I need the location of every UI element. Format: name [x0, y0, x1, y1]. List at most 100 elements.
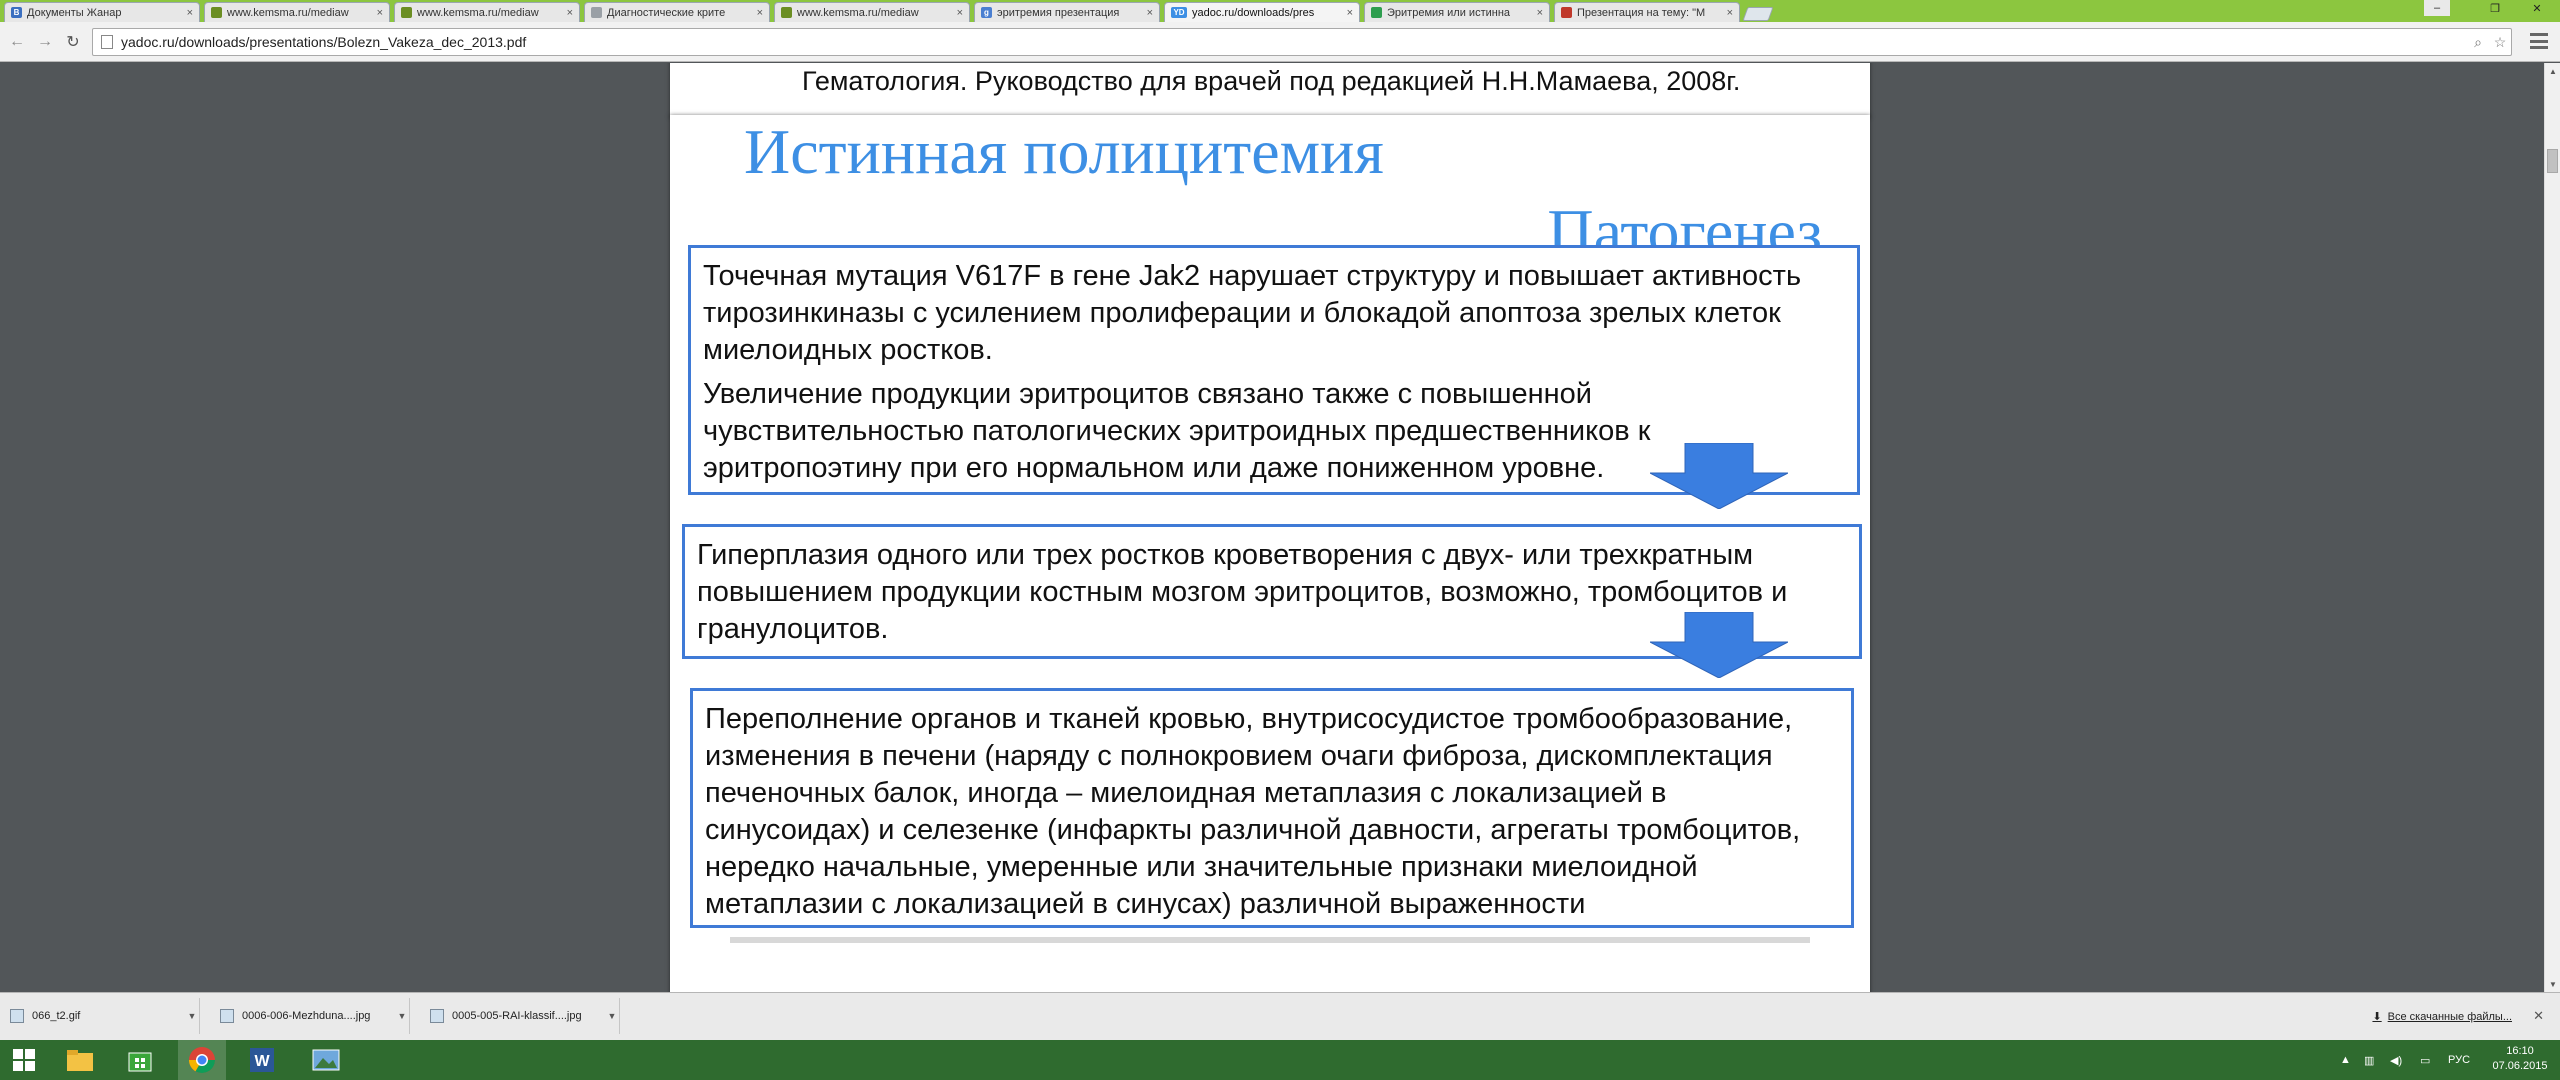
- tab-close-icon[interactable]: ×: [757, 7, 763, 19]
- tab-favicon-icon: [211, 7, 222, 18]
- organs-paragraph: Переполнение органов и тканей кровью, вн…: [705, 703, 1801, 920]
- speaker-icon[interactable]: ◀): [2390, 1040, 2402, 1080]
- image-file-icon: [430, 1009, 444, 1023]
- browser-tab[interactable]: Эритремия или истинна ×: [1364, 2, 1550, 22]
- close-download-shelf-icon[interactable]: ✕: [2533, 1008, 2544, 1024]
- tab-favicon-icon: g: [981, 7, 992, 18]
- pdf-viewer[interactable]: Гематология. Руководство для врачей под …: [0, 63, 2560, 992]
- tab-close-icon[interactable]: ×: [187, 7, 193, 19]
- url-text[interactable]: yadoc.ru/downloads/presentations/Bolezn_…: [121, 34, 2467, 50]
- show-all-downloads-label: Все скачанные файлы...: [2387, 1010, 2512, 1023]
- photo-icon: [312, 1049, 340, 1071]
- windows-taskbar: W ▲ ▥ ◀) ▭ РУС 16:10 07.06.2015: [0, 1040, 2560, 1080]
- file-explorer-button[interactable]: [56, 1040, 104, 1080]
- browser-tab[interactable]: www.kemsma.ru/mediaw ×: [774, 2, 970, 22]
- tab-close-icon[interactable]: ×: [1537, 7, 1543, 19]
- download-item[interactable]: 0005-005-RAI-klassif....jpg ▼: [420, 998, 620, 1034]
- literature-reference: Гематология. Руководство для врачей под …: [802, 66, 1741, 96]
- back-button[interactable]: ←: [6, 31, 28, 53]
- browser-tab[interactable]: www.kemsma.ru/mediaw ×: [394, 2, 580, 22]
- browser-menu-button[interactable]: [2530, 33, 2548, 49]
- word-button[interactable]: W: [238, 1040, 286, 1080]
- photo-viewer-button[interactable]: [302, 1040, 350, 1080]
- download-item[interactable]: 066_t2.gif ▼: [0, 998, 200, 1034]
- tab-title: Документы Жанар: [27, 6, 122, 19]
- browser-tab[interactable]: g эритремия презентация ×: [974, 2, 1160, 22]
- tab-close-icon[interactable]: ×: [1727, 7, 1733, 19]
- clock-time: 16:10: [2506, 1045, 2534, 1057]
- pathogenesis-box-organs: Переполнение органов и тканей кровью, вн…: [690, 688, 1854, 928]
- mutation-paragraph: Точечная мутация V617F в гене Jak2 наруш…: [703, 260, 1802, 366]
- tab-title: yadoc.ru/downloads/pres: [1192, 6, 1315, 19]
- battery-icon[interactable]: ▭: [2420, 1040, 2430, 1080]
- pdf-page-current: Истинная полицитемия Патогенез Точечная …: [670, 115, 1870, 992]
- reload-button[interactable]: ↻: [62, 31, 84, 53]
- download-filename: 0006-006-Mezhduna....jpg: [242, 1010, 371, 1022]
- tab-close-icon[interactable]: ×: [1147, 7, 1153, 19]
- browser-tab-active[interactable]: YD yadoc.ru/downloads/pres ×: [1164, 2, 1360, 22]
- image-file-icon: [220, 1009, 234, 1023]
- tab-close-icon[interactable]: ×: [567, 7, 573, 19]
- tab-title: Презентация на тему: "М: [1577, 6, 1706, 19]
- chrome-icon: [188, 1047, 216, 1074]
- browser-tab[interactable]: Презентация на тему: "М ×: [1554, 2, 1740, 22]
- download-filename: 0005-005-RAI-klassif....jpg: [452, 1010, 582, 1022]
- menu-bar-icon: [2530, 39, 2548, 43]
- tab-title: www.kemsma.ru/mediaw: [417, 6, 539, 19]
- forward-button[interactable]: →: [34, 31, 56, 53]
- page-icon: [101, 35, 113, 49]
- svg-text:W: W: [254, 1053, 270, 1070]
- show-hidden-icons-icon[interactable]: ▲: [2340, 1040, 2351, 1080]
- tab-title: Диагностические крите: [607, 6, 726, 19]
- browser-tab[interactable]: В Документы Жанар ×: [4, 2, 200, 22]
- chevron-down-icon[interactable]: ▼: [395, 1011, 409, 1021]
- scroll-down-icon[interactable]: ▼: [2545, 976, 2560, 992]
- slide-title: Истинная полицитемия: [744, 116, 1384, 187]
- chevron-down-icon[interactable]: ▼: [185, 1011, 199, 1021]
- tab-favicon-icon: [1561, 7, 1572, 18]
- download-item[interactable]: 0006-006-Mezhduna....jpg ▼: [210, 998, 410, 1034]
- menu-bar-icon: [2530, 33, 2548, 36]
- tab-title: эритремия презентация: [997, 6, 1120, 19]
- windows-logo-icon: [13, 1049, 35, 1071]
- scrollbar-thumb[interactable]: [2547, 149, 2558, 173]
- chevron-down-icon[interactable]: ▼: [605, 1011, 619, 1021]
- restore-button[interactable]: ❐: [2482, 0, 2508, 16]
- tab-title: www.kemsma.ru/mediaw: [797, 6, 919, 19]
- pdf-page-previous: Гематология. Руководство для врачей под …: [670, 63, 1870, 118]
- tab-title: www.kemsma.ru/mediaw: [227, 6, 349, 19]
- browser-toolbar: ← → ↻ yadoc.ru/downloads/presentations/B…: [0, 22, 2560, 62]
- tab-close-icon[interactable]: ×: [957, 7, 963, 19]
- browser-tab-strip: В Документы Жанар × www.kemsma.ru/mediaw…: [0, 0, 2560, 22]
- start-button[interactable]: [0, 1040, 48, 1080]
- close-window-button[interactable]: ✕: [2520, 0, 2554, 16]
- minimize-button[interactable]: ‒: [2424, 0, 2450, 16]
- clock-date: 07.06.2015: [2492, 1060, 2548, 1072]
- chrome-button[interactable]: [178, 1040, 226, 1080]
- vertical-scrollbar[interactable]: ▲ ▼: [2544, 63, 2560, 992]
- tab-favicon-icon: В: [11, 7, 22, 18]
- download-filename: 066_t2.gif: [32, 1010, 81, 1022]
- input-language-indicator[interactable]: РУС: [2448, 1040, 2470, 1080]
- new-tab-button[interactable]: [1742, 7, 1774, 21]
- address-bar[interactable]: yadoc.ru/downloads/presentations/Bolezn_…: [92, 28, 2512, 56]
- tab-favicon-icon: YD: [1171, 7, 1187, 18]
- show-all-downloads-link[interactable]: ⬇ Все скачанные файлы...: [2372, 1010, 2512, 1024]
- tab-close-icon[interactable]: ×: [377, 7, 383, 19]
- browser-tab[interactable]: www.kemsma.ru/mediaw ×: [204, 2, 390, 22]
- bookmark-star-icon[interactable]: ☆: [2489, 34, 2511, 51]
- tab-favicon-icon: [781, 7, 792, 18]
- tab-close-icon[interactable]: ×: [1347, 7, 1353, 19]
- word-icon: W: [250, 1048, 274, 1072]
- browser-tab[interactable]: Диагностические крите ×: [584, 2, 770, 22]
- scroll-up-icon[interactable]: ▲: [2545, 63, 2560, 79]
- store-bag-icon: [128, 1052, 152, 1072]
- down-arrow-icon: [1650, 443, 1788, 509]
- store-button[interactable]: [116, 1040, 164, 1080]
- menu-bar-icon: [2530, 46, 2548, 49]
- folder-icon: [67, 1050, 93, 1071]
- system-clock[interactable]: 16:10 07.06.2015: [2490, 1044, 2550, 1074]
- zoom-icon[interactable]: ⌕: [2467, 34, 2489, 51]
- network-icon[interactable]: ▥: [2364, 1040, 2374, 1080]
- page-divider: [730, 937, 1810, 943]
